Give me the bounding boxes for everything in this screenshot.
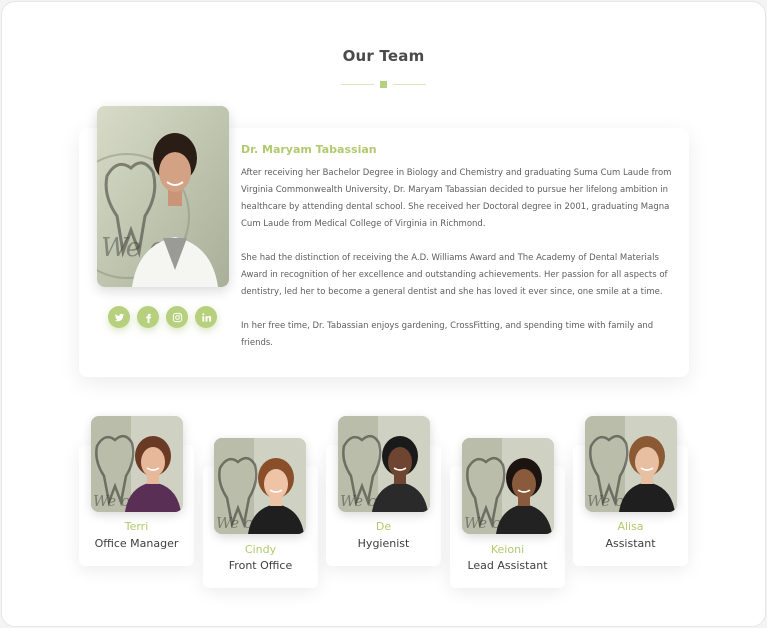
svg-text:We c: We c [587, 492, 624, 510]
svg-text:We c: We c [216, 514, 253, 532]
featured-member-name: Dr. Maryam Tabassian [241, 143, 377, 156]
title-divider-dot [380, 81, 387, 88]
team-member-role: Lead Assistant [467, 559, 548, 572]
bio-paragraph: In her free time, Dr. Tabassian enjoys g… [241, 321, 654, 348]
team-member-name: De [375, 520, 392, 533]
team-member-name: Terri [124, 520, 149, 533]
title-divider-right [393, 84, 426, 85]
instagram-icon[interactable] [166, 306, 188, 328]
section-title: Our Team [342, 47, 425, 65]
featured-social-links [108, 306, 217, 328]
bio-paragraph: She had the distinction of receiving the… [241, 253, 668, 297]
team-member-name: Keioni [490, 543, 525, 556]
team-member-photo: We c [585, 416, 677, 512]
team-member-role: Hygienist [357, 537, 410, 550]
team-member-photo: We c [91, 416, 183, 512]
team-member-role: Assistant [605, 537, 656, 550]
svg-text:We c: We c [340, 492, 377, 510]
featured-member-bio: After receiving her Bachelor Degree in B… [241, 165, 681, 369]
team-member-name: Alisa [617, 520, 644, 533]
team-member-role: Front Office [228, 559, 293, 572]
svg-text:We c: We c [464, 514, 501, 532]
team-member-role: Office Manager [94, 537, 179, 550]
team-member-photo: We c [214, 438, 306, 534]
team-member-name: Cindy [244, 543, 277, 556]
title-divider-left [341, 84, 374, 85]
twitter-icon[interactable] [108, 306, 130, 328]
facebook-icon[interactable] [137, 306, 159, 328]
linkedin-icon[interactable] [195, 306, 217, 328]
featured-member-photo: We c [97, 106, 229, 287]
team-member-photo: We c [462, 438, 554, 534]
bio-paragraph: After receiving her Bachelor Degree in B… [241, 168, 672, 229]
svg-text:We c: We c [93, 492, 130, 510]
team-member-photo: We c [338, 416, 430, 512]
